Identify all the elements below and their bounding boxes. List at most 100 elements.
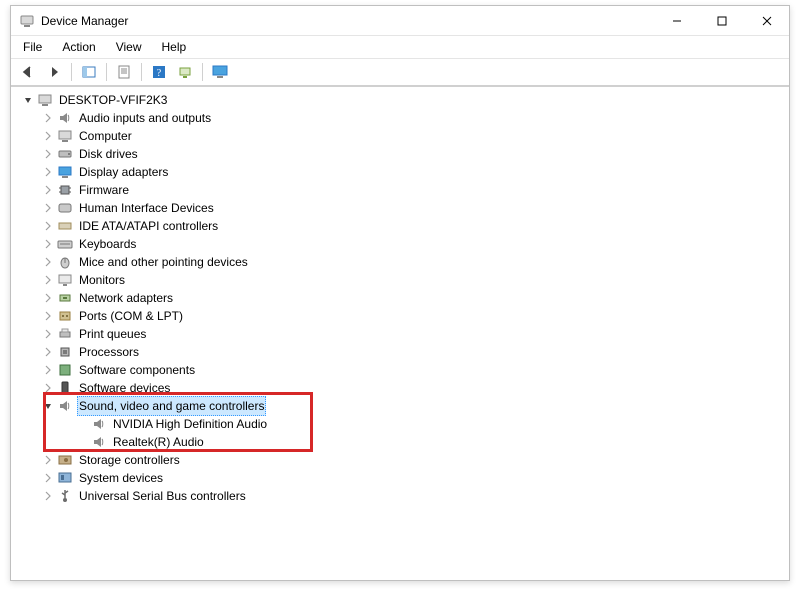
tree-category-label: System devices xyxy=(77,469,165,487)
tree-device[interactable]: NVIDIA High Definition Audio xyxy=(17,415,783,433)
category-icon xyxy=(57,398,73,414)
tree-category[interactable]: Computer xyxy=(17,127,783,145)
tree-root[interactable]: DESKTOP-VFIF2K3 xyxy=(17,91,783,109)
tree-category-label: Audio inputs and outputs xyxy=(77,109,213,127)
menubar: File Action View Help xyxy=(11,36,789,58)
tree-category[interactable]: IDE ATA/ATAPI controllers xyxy=(17,217,783,235)
tree-category[interactable]: Keyboards xyxy=(17,235,783,253)
properties-button[interactable] xyxy=(113,61,135,83)
tree-category[interactable]: Network adapters xyxy=(17,289,783,307)
category-icon xyxy=(57,128,73,144)
tree-category-label: Disk drives xyxy=(77,145,140,163)
menu-file[interactable]: File xyxy=(15,38,50,56)
tree-category[interactable]: Print queues xyxy=(17,325,783,343)
close-button[interactable] xyxy=(744,6,789,36)
chevron-right-icon[interactable] xyxy=(41,381,55,395)
category-icon xyxy=(57,344,73,360)
chevron-right-icon[interactable] xyxy=(41,165,55,179)
help-button[interactable]: ? xyxy=(148,61,170,83)
category-icon xyxy=(57,362,73,378)
category-icon xyxy=(57,236,73,252)
tree-category[interactable]: Processors xyxy=(17,343,783,361)
tree-category-label: IDE ATA/ATAPI controllers xyxy=(77,217,220,235)
device-manager-window: Device Manager File Action View Help xyxy=(10,5,790,581)
forward-button[interactable] xyxy=(43,61,65,83)
chevron-right-icon[interactable] xyxy=(41,237,55,251)
tree-category-label: Firmware xyxy=(77,181,131,199)
chevron-right-icon[interactable] xyxy=(41,183,55,197)
tree-category-label: Sound, video and game controllers xyxy=(77,396,266,416)
tree-category-label: Keyboards xyxy=(77,235,138,253)
maximize-button[interactable] xyxy=(699,6,744,36)
tree-category-label: Processors xyxy=(77,343,141,361)
tree-category[interactable]: Audio inputs and outputs xyxy=(17,109,783,127)
chevron-right-icon[interactable] xyxy=(41,273,55,287)
chevron-right-icon[interactable] xyxy=(41,363,55,377)
tree-category[interactable]: Mice and other pointing devices xyxy=(17,253,783,271)
tree-category[interactable]: Firmware xyxy=(17,181,783,199)
tree-category[interactable]: Disk drives xyxy=(17,145,783,163)
tree-category-label: Software devices xyxy=(77,379,172,397)
device-tree[interactable]: DESKTOP-VFIF2K3Audio inputs and outputsC… xyxy=(11,89,789,507)
tree-category-label: Computer xyxy=(77,127,134,145)
category-icon xyxy=(57,254,73,270)
chevron-right-icon[interactable] xyxy=(41,345,55,359)
category-icon xyxy=(57,164,73,180)
chevron-right-icon[interactable] xyxy=(41,147,55,161)
tree-category-label: Network adapters xyxy=(77,289,175,307)
tree-device-label: NVIDIA High Definition Audio xyxy=(111,415,269,433)
minimize-button[interactable] xyxy=(654,6,699,36)
category-icon xyxy=(57,470,73,486)
tree-category[interactable]: Software devices xyxy=(17,379,783,397)
category-icon xyxy=(57,452,73,468)
chevron-right-icon[interactable] xyxy=(41,255,55,269)
app-icon xyxy=(19,13,35,29)
device-tree-panel: DESKTOP-VFIF2K3Audio inputs and outputsC… xyxy=(11,86,789,580)
tree-category[interactable]: System devices xyxy=(17,469,783,487)
show-hide-console-tree-button[interactable] xyxy=(78,61,100,83)
chevron-right-icon[interactable] xyxy=(41,201,55,215)
menu-action[interactable]: Action xyxy=(54,38,103,56)
scan-hardware-button[interactable] xyxy=(174,61,196,83)
category-icon xyxy=(57,380,73,396)
tree-category[interactable]: Universal Serial Bus controllers xyxy=(17,487,783,505)
tree-category[interactable]: Storage controllers xyxy=(17,451,783,469)
category-icon xyxy=(57,488,73,504)
chevron-down-icon[interactable] xyxy=(41,399,55,413)
tree-category[interactable]: Display adapters xyxy=(17,163,783,181)
chevron-right-icon[interactable] xyxy=(41,489,55,503)
window-title: Device Manager xyxy=(41,14,128,28)
tree-category[interactable]: Sound, video and game controllers xyxy=(17,397,783,415)
tree-category[interactable]: Ports (COM & LPT) xyxy=(17,307,783,325)
back-button[interactable] xyxy=(17,61,39,83)
chevron-right-icon[interactable] xyxy=(41,219,55,233)
category-icon xyxy=(57,290,73,306)
window-controls xyxy=(654,6,789,36)
chevron-right-icon[interactable] xyxy=(41,129,55,143)
monitor-icon-button[interactable] xyxy=(209,61,231,83)
chevron-right-icon[interactable] xyxy=(41,309,55,323)
menu-view[interactable]: View xyxy=(108,38,150,56)
tree-category-label: Print queues xyxy=(77,325,148,343)
chevron-right-icon[interactable] xyxy=(41,453,55,467)
tree-root-label: DESKTOP-VFIF2K3 xyxy=(57,91,169,109)
chevron-right-icon[interactable] xyxy=(41,111,55,125)
tree-category-label: Monitors xyxy=(77,271,127,289)
menu-help[interactable]: Help xyxy=(154,38,195,56)
category-icon xyxy=(57,272,73,288)
chevron-down-icon[interactable] xyxy=(21,93,35,107)
category-icon xyxy=(57,308,73,324)
tree-device[interactable]: Realtek(R) Audio xyxy=(17,433,783,451)
category-icon xyxy=(57,200,73,216)
chevron-right-icon[interactable] xyxy=(41,471,55,485)
tree-category[interactable]: Human Interface Devices xyxy=(17,199,783,217)
toolbar: ? xyxy=(11,58,789,86)
tree-category[interactable]: Software components xyxy=(17,361,783,379)
tree-category-label: Human Interface Devices xyxy=(77,199,216,217)
tree-category-label: Display adapters xyxy=(77,163,170,181)
tree-category[interactable]: Monitors xyxy=(17,271,783,289)
tree-category-label: Software components xyxy=(77,361,197,379)
chevron-right-icon[interactable] xyxy=(41,291,55,305)
chevron-right-icon[interactable] xyxy=(41,327,55,341)
svg-text:?: ? xyxy=(157,68,162,79)
